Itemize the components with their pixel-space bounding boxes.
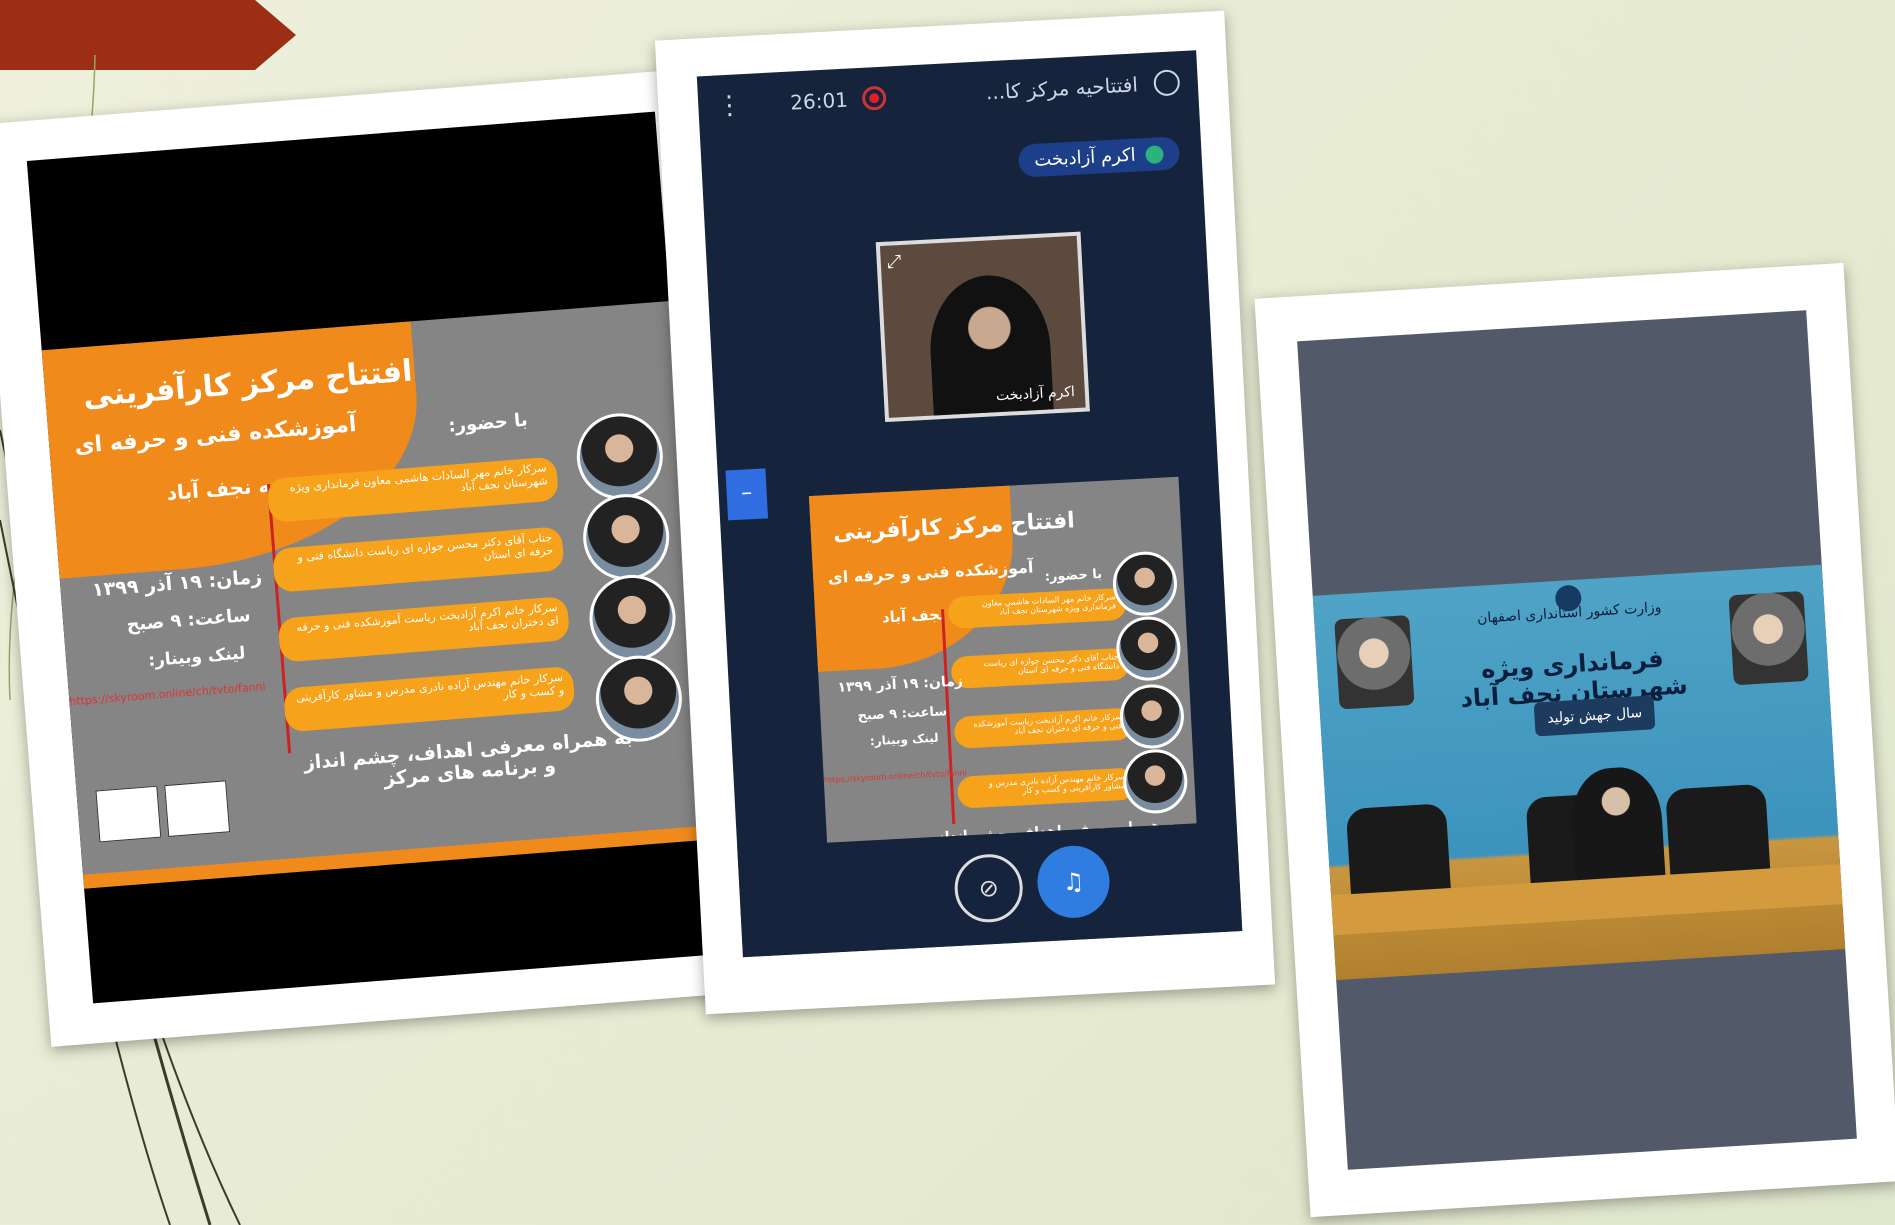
office-frame: وزارت کشور استانداری اصفهان فرمانداری وی… [1297,310,1857,1170]
logo-icon [164,780,231,837]
governor-office-scene: وزارت کشور استانداری اصفهان فرمانداری وی… [1312,564,1846,981]
poster-link-label: لینک وبینار: [869,730,939,749]
record-icon[interactable] [861,85,887,111]
poster-photo: افتتاح مرکز کارآفرینی آموزشکده فنی و حرف… [0,68,770,1047]
speaker-photo [1117,683,1186,751]
poster-time: ساعت: ۹ صبح [125,604,252,636]
logo-icon [95,785,162,843]
speaker-photo [1121,747,1189,815]
portrait-right [1728,590,1809,686]
speaker-pill: سرکار خانم مهندس آزاده نادری مدرس و مشاو… [957,767,1137,809]
expand-icon[interactable]: ⤢ [886,251,901,273]
poster-url: https://skyroom.online/ch/tvto/fanni [823,767,967,785]
poster-footer: به همراه معرفی اهداف، چشم انداز و برنامه… [251,722,688,800]
speaker-pill: جناب آقای دکتر محسن جوازه ای ریاست دانشگ… [950,647,1130,689]
speaker-photo [586,571,679,665]
portrait-left [1334,615,1415,710]
poster-presence: با حضور: [1044,566,1103,585]
active-speaker-badge: اکرم آزادبخت [1017,136,1181,178]
year-banner: سال جهش تولید [1533,695,1656,737]
poster-link-label: لینک وبینار: [147,643,247,671]
speaker-pill: جناب آقای دکتر محسن جوازه ای ریاست دانشگ… [272,526,565,593]
meeting-timer: 26:01 [789,87,849,115]
office-photo: وزارت کشور استانداری اصفهان فرمانداری وی… [1254,262,1895,1218]
active-speaker-name: اکرم آزادبخت [1033,144,1137,171]
speaker-photo [573,410,667,503]
poster-presence: با حضور: [447,409,529,437]
meeting-screen: ⋮ 26:01 افتتاحیه مرکز کا... اکرم آزادبخت… [696,50,1243,958]
meeting-title: افتتاحیه مرکز کا... [985,72,1139,105]
side-panel-toggle[interactable]: – [725,468,769,521]
poster: افتتاح مرکز کارآفرینی آموزشکده فنی و حرف… [41,301,713,889]
speaker-photo [580,490,673,584]
poster-time: ساعت: ۹ صبح [857,704,948,724]
official-person [1568,765,1666,891]
headphones-icon[interactable]: ♫ [1035,843,1112,920]
meeting-top-bar: ⋮ 26:01 افتتاحیه مرکز کا... [697,50,1200,138]
kebab-icon[interactable]: ⋮ [716,90,744,121]
speaker-pill: سرکار خانم مهندس آزاده نادری مدرس و مشاو… [283,666,576,733]
poster-frame: افتتاح مرکز کارآفرینی آموزشکده فنی و حرف… [26,111,722,1004]
video-tile-label: اکرم آزادبخت [995,384,1076,405]
user-icon[interactable] [1153,69,1181,97]
speaker-pill: سرکار خانم اکرم آزادبخت ریاست آموزشکده ف… [953,707,1133,749]
poster-url: https://skyroom.online/ch/tvto/fanni [68,679,267,708]
meeting-controls: ⊘ ♫ [737,821,1243,958]
camera-off-icon[interactable]: ⊘ [952,852,1025,925]
meeting-photo: ⋮ 26:01 افتتاحیه مرکز کا... اکرم آزادبخت… [654,10,1276,1015]
mic-icon [1145,144,1164,164]
video-tile[interactable]: ⤢ اکرم آزادبخت [875,231,1090,423]
speaker-pill: سرکار خانم اکرم آزادبخت ریاست آموزشکده ف… [277,596,571,663]
